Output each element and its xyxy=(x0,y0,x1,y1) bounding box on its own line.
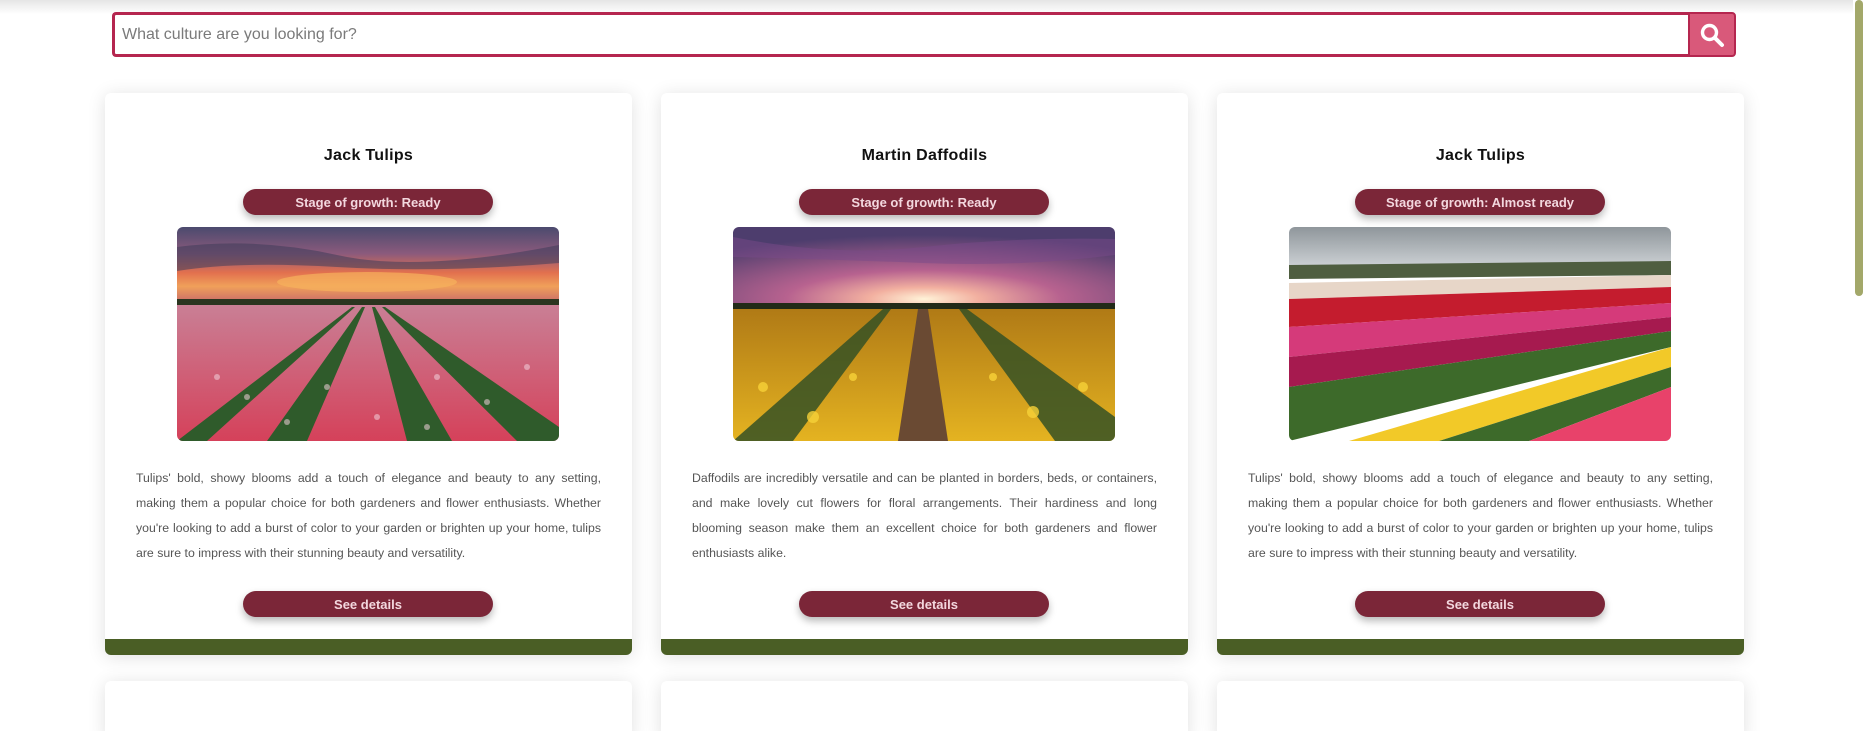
growth-stage-badge: Stage of growth: Ready xyxy=(243,189,493,215)
card-description: Tulips' bold, showy blooms add a touch o… xyxy=(1248,471,1713,560)
culture-card: Jack Tulips Stage of growth: Ready Tulip… xyxy=(105,93,632,655)
search-input[interactable] xyxy=(112,12,1688,57)
growth-stage-badge: Stage of growth: Ready xyxy=(799,189,1049,215)
scrollbar[interactable] xyxy=(1853,0,1863,731)
card-description: Daffodils are incredibly versatile and c… xyxy=(692,471,1157,560)
card-footer-bar xyxy=(1217,639,1744,655)
culture-image xyxy=(177,227,559,441)
card-title: Jack Tulips xyxy=(323,147,414,164)
card-description: Tulips' bold, showy blooms add a touch o… xyxy=(136,471,601,560)
see-details-button[interactable]: See details xyxy=(799,591,1049,617)
card-footer-bar xyxy=(105,639,632,655)
see-details-button[interactable]: See details xyxy=(243,591,493,617)
card-title: Martin Daffodils xyxy=(861,147,988,164)
search-button[interactable] xyxy=(1688,12,1736,57)
page: Jack Tulips Stage of growth: Ready xyxy=(0,0,1863,731)
culture-card-partial xyxy=(661,681,1188,731)
search-bar xyxy=(112,12,1736,57)
see-details-button[interactable]: See details xyxy=(1355,591,1605,617)
culture-card-partial xyxy=(105,681,632,731)
culture-card-partial xyxy=(1217,681,1744,731)
growth-stage-badge: Stage of growth: Almost ready xyxy=(1355,189,1605,215)
culture-image xyxy=(1289,227,1671,441)
search-icon xyxy=(1700,23,1724,47)
culture-card: Martin Daffodils Stage of growth: Ready xyxy=(661,93,1188,655)
scrollbar-thumb[interactable] xyxy=(1855,0,1863,296)
culture-image xyxy=(733,227,1115,441)
card-title: Jack Tulips xyxy=(1435,147,1526,164)
card-footer-bar xyxy=(661,639,1188,655)
culture-card: Jack Tulips Stage of growth: Almost read… xyxy=(1217,93,1744,655)
